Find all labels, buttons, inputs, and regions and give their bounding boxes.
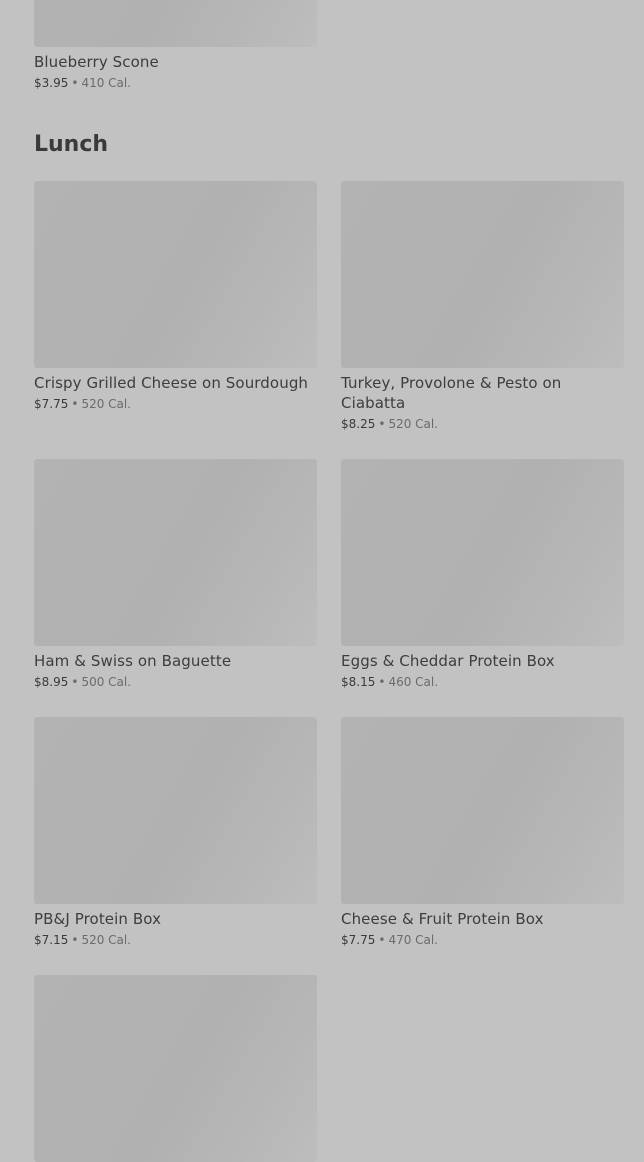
item-image xyxy=(341,181,624,368)
item-image xyxy=(341,717,624,904)
separator-dot: • xyxy=(71,933,79,947)
item-price: $8.25 xyxy=(341,417,376,431)
separator-dot: • xyxy=(71,397,79,411)
menu-item-card[interactable]: Cheese & Fruit Protein Box $7.75 • 470 Cal… xyxy=(341,717,624,949)
item-calories: 520 Cal. xyxy=(388,417,439,431)
menu-item-card-partial[interactable] xyxy=(34,975,317,1162)
section-title-lunch: Lunch xyxy=(34,132,109,157)
item-meta: $7.75 • 520 Cal. xyxy=(34,395,317,413)
item-name: Crispy Grilled Cheese on Sourdough xyxy=(34,374,309,392)
menu-item-card[interactable]: Eggs & Cheddar Protein Box $8.15 • 460 Cal… xyxy=(341,459,624,691)
item-meta: $7.75 • 470 Cal. xyxy=(341,931,624,949)
item-name: Eggs & Cheddar Protein Box xyxy=(341,652,555,670)
item-price: $3.95 xyxy=(34,76,69,90)
item-calories: 520 Cal. xyxy=(81,397,132,411)
separator-dot: • xyxy=(378,933,386,947)
item-name: PB&J Protein Box xyxy=(34,910,162,928)
item-meta: $3.95 • 410 Cal. xyxy=(34,74,317,92)
menu-item-card[interactable]: Ham & Swiss on Baguette $8.95 • 500 Cal. xyxy=(34,459,317,691)
item-image xyxy=(34,459,317,646)
item-name: Cheese & Fruit Protein Box xyxy=(341,910,544,928)
item-image xyxy=(34,717,317,904)
menu-item-card[interactable]: Turkey, Provolone & Pesto on Ciabatta $8… xyxy=(341,181,624,433)
item-price: $8.95 xyxy=(34,675,69,689)
item-meta: $8.25 • 520 Cal. xyxy=(341,415,624,433)
menu-item-card-blueberry-scone[interactable]: Blueberry Scone $3.95 • 410 Cal. xyxy=(34,0,317,92)
menu-item-card[interactable]: PB&J Protein Box $7.15 • 520 Cal. xyxy=(34,717,317,949)
item-price: $7.15 xyxy=(34,933,69,947)
item-meta: $8.95 • 500 Cal. xyxy=(34,673,317,691)
item-meta: $8.15 • 460 Cal. xyxy=(341,673,624,691)
separator-dot: • xyxy=(378,675,386,689)
item-price: $7.75 xyxy=(34,397,69,411)
separator-dot: • xyxy=(71,76,79,90)
item-calories: 460 Cal. xyxy=(388,675,439,689)
separator-dot: • xyxy=(71,675,79,689)
item-calories: 470 Cal. xyxy=(388,933,439,947)
item-name: Ham & Swiss on Baguette xyxy=(34,652,232,670)
item-price: $8.15 xyxy=(341,675,376,689)
item-name: Turkey, Provolone & Pesto on Ciabatta xyxy=(341,374,562,412)
item-meta: $7.15 • 520 Cal. xyxy=(34,931,317,949)
item-calories: 520 Cal. xyxy=(81,933,132,947)
separator-dot: • xyxy=(378,417,386,431)
item-image xyxy=(34,181,317,368)
item-name: Blueberry Scone xyxy=(34,53,159,71)
item-calories: 410 Cal. xyxy=(81,76,132,90)
item-image xyxy=(34,0,317,47)
menu-page: Blueberry Scone $3.95 • 410 Cal. Lunch Cri… xyxy=(0,0,644,1162)
menu-item-card[interactable]: Crispy Grilled Cheese on Sourdough $7.75… xyxy=(34,181,317,413)
item-calories: 500 Cal. xyxy=(81,675,132,689)
item-image xyxy=(341,459,624,646)
item-image xyxy=(34,975,317,1162)
item-price: $7.75 xyxy=(341,933,376,947)
